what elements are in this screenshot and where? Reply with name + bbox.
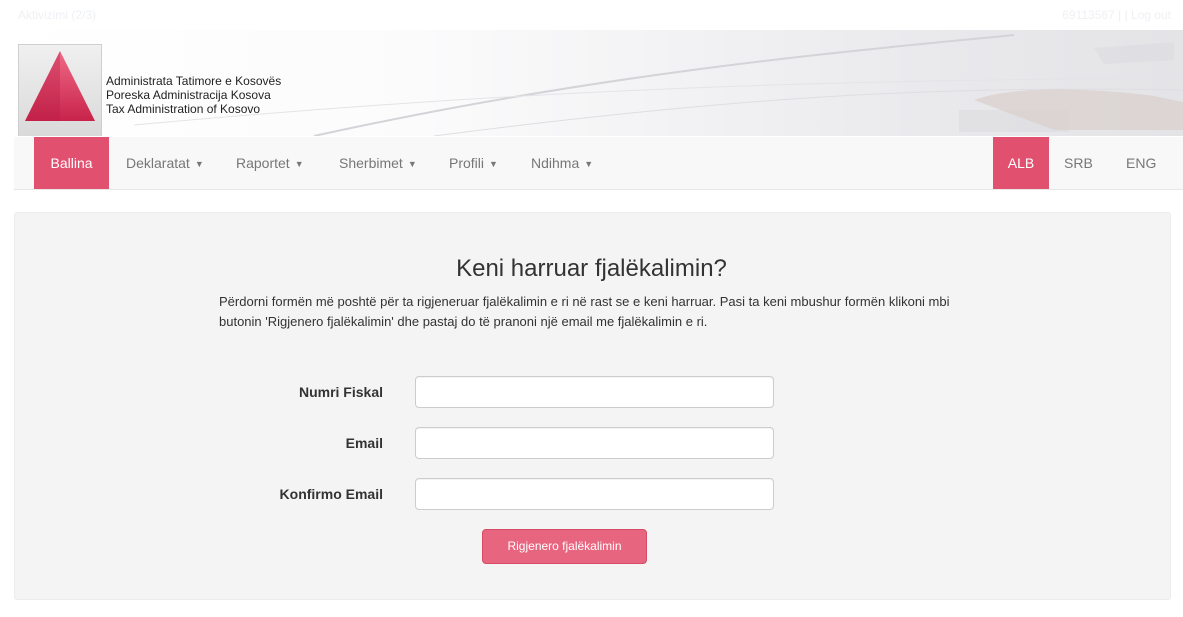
org-name-alb: Administrata Tatimore e Kosovës	[106, 74, 282, 88]
breadcrumb-faded: Aktivizimi (2/3)	[18, 8, 97, 22]
nav-sherbimet[interactable]: Sherbimet ▼	[339, 137, 417, 189]
lang-alb[interactable]: ALB	[993, 137, 1049, 189]
caret-down-icon: ▼	[584, 159, 594, 169]
nav-profili[interactable]: Profili ▼	[449, 137, 498, 189]
main-navbar: Ballina Deklaratat ▼ Raportet ▼ Sherbimet ▼…	[14, 137, 1183, 190]
label-numri-fiskal: Numri Fiskal	[298, 384, 383, 400]
org-name-eng: Tax Administration of Kosovo	[106, 102, 261, 116]
org-name-srb: Poreska Administracija Kosova	[106, 88, 271, 102]
caret-down-icon: ▼	[294, 159, 304, 169]
header-banner: Administrata Tatimore e Kosovës Poreska …	[14, 30, 1183, 136]
caret-down-icon: ▼	[407, 159, 417, 169]
lang-eng[interactable]: ENG	[1126, 137, 1156, 189]
page-description: Përdorni formën më poshtë për ta rigjene…	[219, 294, 950, 329]
lang-srb[interactable]: SRB	[1064, 137, 1093, 189]
user-links-faded: 69113567 | | Log out	[1062, 8, 1171, 22]
page-title: Keni harruar fjalëkalimin?	[456, 255, 727, 282]
caret-down-icon: ▼	[194, 159, 204, 169]
logo	[18, 44, 102, 136]
label-email: Email	[345, 435, 383, 451]
caret-down-icon: ▼	[489, 159, 498, 169]
org-name-block: Administrata Tatimore e Kosovës Poreska …	[106, 74, 281, 116]
confirm-email-input[interactable]	[415, 478, 774, 510]
nav-deklaratat[interactable]: Deklaratat ▼	[126, 137, 204, 189]
nav-ballina[interactable]: Ballina	[34, 137, 109, 189]
nav-raportet[interactable]: Raportet ▼	[236, 137, 304, 189]
regenerate-password-button[interactable]: Rigjenero fjalëkalimin	[482, 529, 647, 564]
numri-fiskal-input[interactable]	[415, 376, 774, 408]
email-input[interactable]	[415, 427, 774, 459]
nav-ndihma[interactable]: Ndihma ▼	[531, 137, 593, 189]
label-konfirmo-email: Konfirmo Email	[279, 486, 383, 502]
top-strip: Aktivizimi (2/3) 69113567 | | Log out	[0, 0, 1183, 30]
